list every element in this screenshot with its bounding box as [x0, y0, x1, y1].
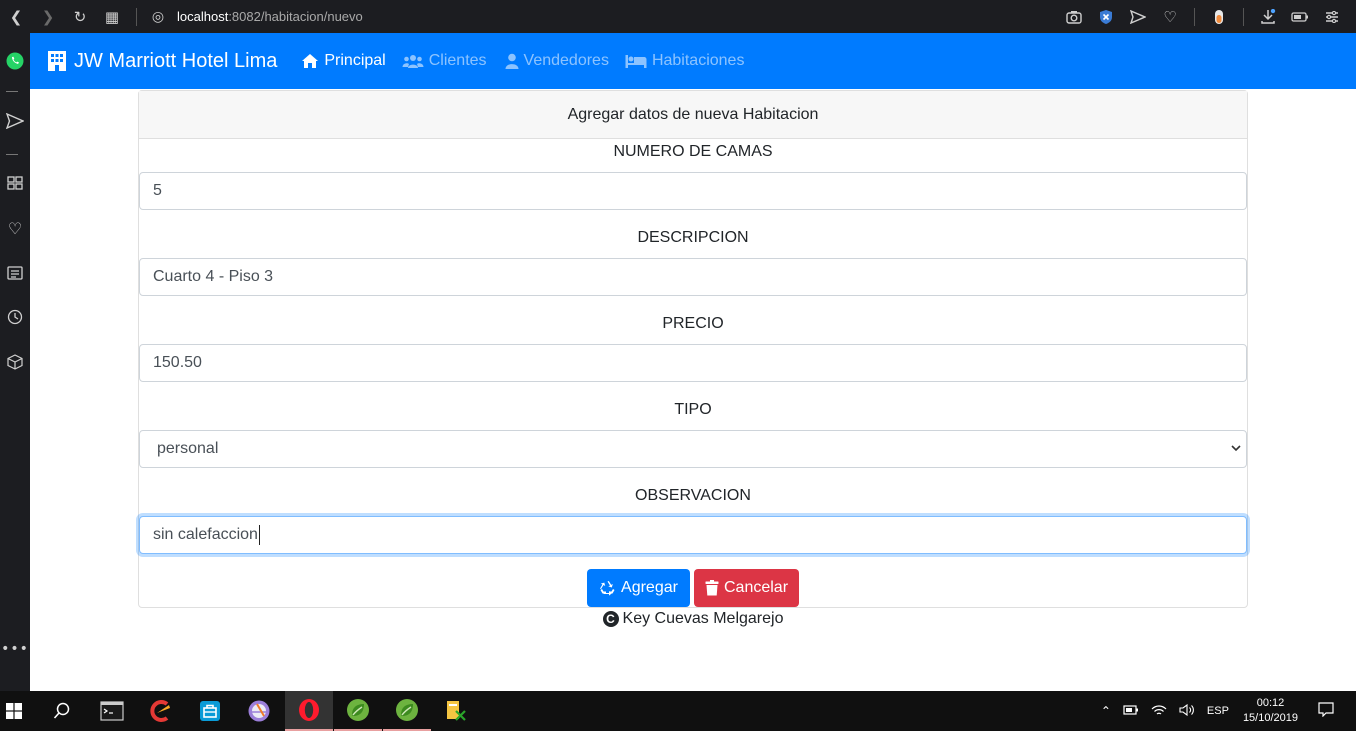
url-path: :8082/habitacion/nuevo: [228, 9, 363, 24]
forward-icon[interactable]: ❯: [32, 0, 64, 33]
windows-taskbar: ⌃ ESP 00:12 15/10/2019: [0, 691, 1356, 731]
descripcion-input[interactable]: Cuarto 4 - Piso 3: [139, 258, 1247, 296]
battery-icon[interactable]: [1123, 704, 1139, 718]
send-icon[interactable]: [0, 112, 30, 133]
url-text[interactable]: localhost:8082/habitacion/nuevo: [177, 9, 363, 24]
text-caret: [258, 525, 260, 545]
shield-icon[interactable]: [1090, 0, 1122, 33]
extension-icon[interactable]: [1203, 0, 1235, 33]
brand-name: JW Marriott Hotel Lima: [74, 49, 278, 72]
ccleaner-app-icon[interactable]: [137, 691, 185, 731]
globe-icon: ◎: [151, 8, 165, 25]
spring-tools-app-icon-2[interactable]: [383, 691, 431, 731]
more-icon[interactable]: •••: [0, 641, 30, 657]
descripcion-value: Cuarto 4 - Piso 3: [153, 268, 274, 285]
label-descripcion: DESCRIPCION: [637, 229, 749, 246]
browser-sidebar: ♡ •••: [0, 33, 30, 691]
toolbar-divider: [136, 7, 137, 26]
observacion-value: sin calefaccion: [153, 526, 258, 543]
bed-icon: [625, 55, 647, 68]
nav-item-habitaciones[interactable]: Habitaciones: [625, 52, 745, 70]
camera-icon[interactable]: [1058, 0, 1090, 33]
page-footer: C Key Cuevas Melgarejo: [30, 610, 1356, 628]
cancelar-button[interactable]: Cancelar: [694, 569, 799, 607]
nav-item-principal[interactable]: Principal: [301, 52, 386, 70]
precio-value: 150.50: [153, 354, 202, 371]
xampp-app-icon[interactable]: [431, 691, 479, 731]
sidebar-divider: [6, 91, 18, 92]
cancelar-label: Cancelar: [723, 579, 789, 596]
clock-time: 00:12: [1256, 697, 1285, 709]
hotel-icon: [48, 51, 66, 71]
url-host: localhost: [177, 9, 229, 24]
battery-icon[interactable]: [1284, 0, 1316, 33]
agregar-button[interactable]: Agregar: [587, 569, 690, 607]
numero-camas-input[interactable]: 5: [139, 172, 1247, 210]
heart-icon[interactable]: ♡: [1154, 0, 1186, 33]
label-observacion: OBSERVACION: [635, 487, 751, 504]
sidebar-divider: [6, 154, 18, 155]
heart-icon[interactable]: ♡: [0, 219, 30, 238]
extensions-icon[interactable]: [0, 354, 30, 374]
whatsapp-icon[interactable]: [0, 51, 30, 75]
chevron-down-icon: [1231, 445, 1241, 452]
eclipse-app-icon[interactable]: [235, 691, 283, 731]
numero-camas-value: 5: [153, 182, 162, 199]
nav-label-principal: Principal: [324, 52, 386, 69]
label-precio: PRECIO: [662, 315, 724, 332]
speed-dial-icon[interactable]: [0, 175, 30, 194]
notifications-icon[interactable]: [1318, 702, 1334, 720]
tipo-selected-value: personal: [157, 440, 219, 457]
speed-dial-icon[interactable]: ▦: [96, 0, 128, 33]
users-icon: [402, 55, 424, 68]
news-icon[interactable]: [0, 265, 30, 284]
toolbox-app-icon[interactable]: [186, 691, 234, 731]
opera-app-icon[interactable]: [285, 691, 333, 731]
nav-item-vendedores[interactable]: Vendedores: [505, 52, 609, 70]
habitacion-form-card: Agregar datos de nueva Habitacion NUMERO…: [138, 90, 1248, 608]
search-icon[interactable]: [38, 691, 86, 731]
toolbar-divider-right: [1194, 7, 1195, 26]
home-icon: [302, 54, 319, 68]
toolbar-divider-right-2: [1243, 7, 1244, 26]
send-icon[interactable]: [1122, 0, 1154, 33]
label-tipo: TIPO: [674, 401, 712, 418]
nav-label-clientes: Clientes: [428, 52, 487, 69]
nav-label-vendedores: Vendedores: [523, 52, 609, 69]
navbar: JW Marriott Hotel Lima Principal Cliente…: [30, 33, 1356, 89]
card-header: Agregar datos de nueva Habitacion: [139, 91, 1247, 139]
system-tray: ⌃ ESP 00:12 15/10/2019: [1095, 691, 1356, 731]
menu-icon[interactable]: [1316, 0, 1348, 33]
toolbar-right: ♡: [1058, 0, 1348, 33]
history-icon[interactable]: [0, 309, 30, 329]
language-indicator[interactable]: ESP: [1207, 705, 1229, 717]
reload-icon[interactable]: ↻: [64, 0, 96, 33]
back-icon[interactable]: ❮: [0, 0, 32, 33]
volume-icon[interactable]: [1179, 703, 1195, 719]
navbar-brand[interactable]: JW Marriott Hotel Lima: [46, 50, 277, 73]
spring-tools-app-icon[interactable]: [334, 691, 382, 731]
precio-input[interactable]: 150.50: [139, 344, 1247, 382]
chevron-up-icon[interactable]: ⌃: [1101, 704, 1111, 718]
user-icon: [505, 53, 519, 69]
download-icon[interactable]: [1252, 0, 1284, 33]
wifi-icon[interactable]: [1151, 704, 1167, 719]
observacion-input[interactable]: sin calefaccion: [139, 516, 1247, 554]
address-bar[interactable]: ◎ localhost:8082/habitacion/nuevo: [145, 0, 363, 33]
clock-date: 15/10/2019: [1242, 712, 1298, 724]
label-numero-camas: NUMERO DE CAMAS: [613, 143, 773, 160]
copyright-icon: C: [602, 611, 619, 627]
windows-start-icon[interactable]: [0, 691, 28, 731]
taskbar-clock[interactable]: 00:12 15/10/2019: [1243, 696, 1298, 726]
terminal-app-icon[interactable]: [88, 691, 136, 731]
trash-icon: [705, 580, 719, 596]
browser-toolbar: ❮ ❯ ↻ ▦ ◎ localhost:8082/habitacion/nuev…: [0, 0, 1356, 33]
agregar-label: Agregar: [621, 579, 678, 596]
recycle-icon: [600, 580, 615, 596]
footer-text: Key Cuevas Melgarejo: [622, 610, 784, 627]
nav-label-habitaciones: Habitaciones: [651, 52, 745, 69]
tipo-select[interactable]: personal: [139, 430, 1247, 468]
nav-item-clientes[interactable]: Clientes: [402, 52, 487, 70]
